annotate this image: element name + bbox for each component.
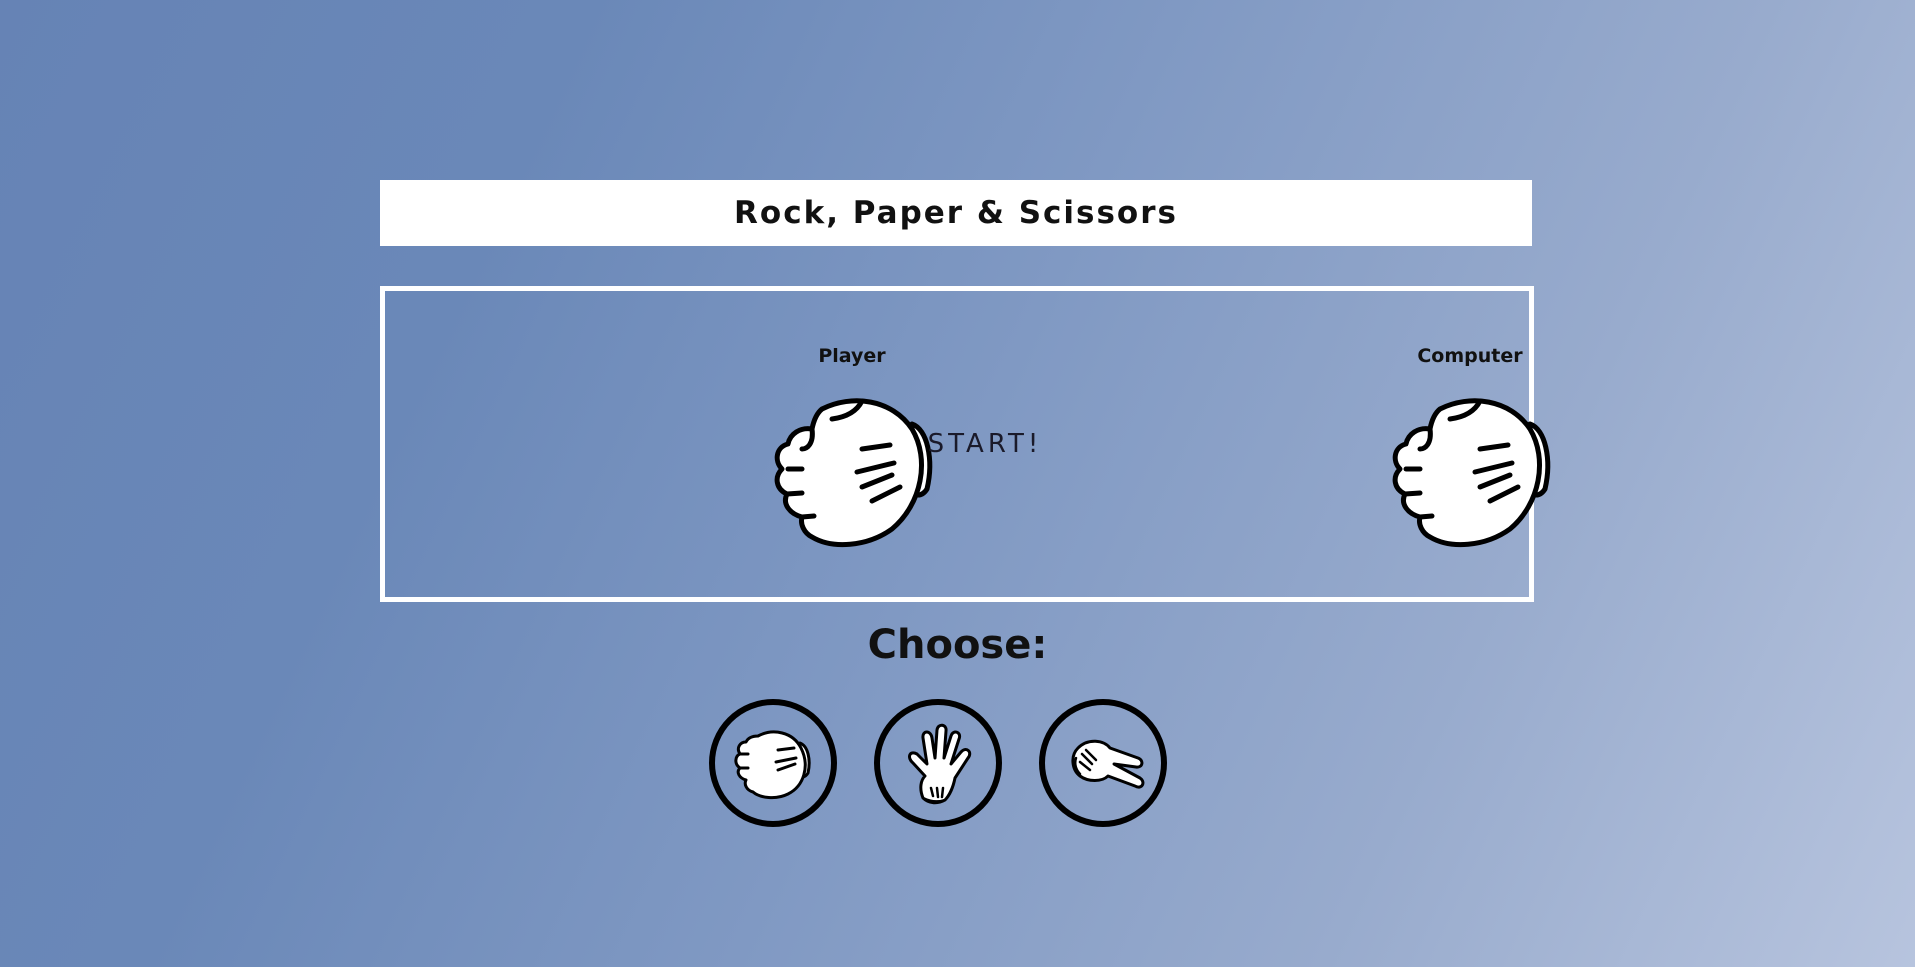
computer-rock-hand-icon — [1392, 398, 1551, 548]
game-status: START! — [927, 429, 1043, 459]
title-bar: Rock, Paper & Scissors — [380, 180, 1532, 246]
computer-label: Computer — [1417, 345, 1523, 367]
rock-hand-icon — [734, 730, 811, 800]
scissors-hand-icon — [1071, 739, 1145, 789]
paper-button[interactable] — [874, 699, 1002, 827]
page-title: Rock, Paper & Scissors — [734, 195, 1178, 231]
paper-hand-icon — [908, 723, 972, 805]
player-label: Player — [818, 345, 886, 367]
scissors-button[interactable] — [1039, 699, 1167, 827]
rock-button[interactable] — [709, 699, 837, 827]
game-arena: Player START! Computer — [380, 286, 1551, 602]
player-rock-hand-icon — [774, 398, 933, 548]
choose-label: Choose: — [867, 622, 1048, 668]
